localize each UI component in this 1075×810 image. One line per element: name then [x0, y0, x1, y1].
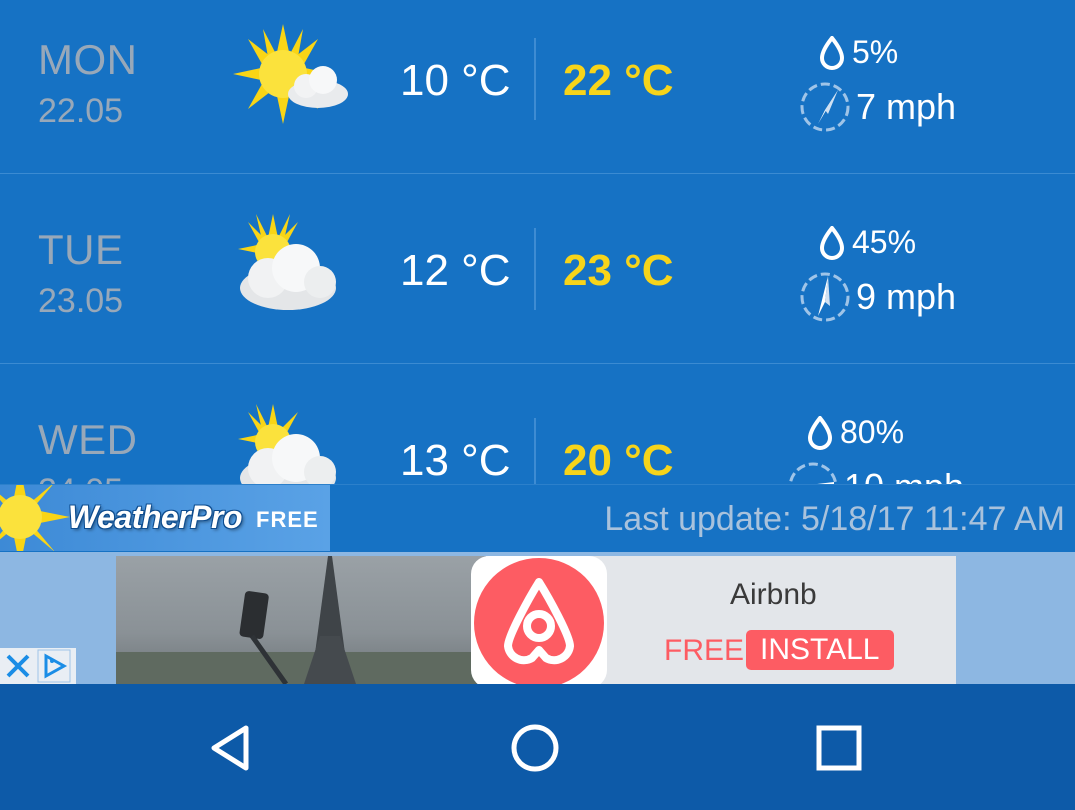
home-icon[interactable] — [509, 722, 561, 774]
back-icon[interactable] — [206, 722, 258, 774]
sun-cloud-icon — [238, 214, 336, 310]
sun-cloud-icon — [238, 404, 336, 484]
brand-edition: FREE — [256, 507, 319, 532]
sun-cloud-icon — [233, 24, 348, 124]
sun-icon — [0, 485, 70, 551]
temperature-divider — [534, 418, 536, 484]
wind-direction-icon — [800, 272, 850, 322]
ad-free-label: FREE — [664, 634, 745, 667]
airbnb-icon — [504, 578, 574, 665]
min-temperature: 13 °C — [400, 436, 511, 484]
min-temperature: 10 °C — [400, 56, 511, 105]
temperature-divider — [534, 228, 536, 310]
raindrop-icon — [819, 225, 845, 260]
wind-direction-icon — [788, 462, 838, 484]
weatherpro-logo[interactable]: WeatherPro FREE — [0, 485, 330, 551]
install-button[interactable]: INSTALL — [746, 630, 894, 670]
last-update-text: Last update: 5/18/17 11:47 AM — [604, 500, 1065, 538]
ad-banner[interactable]: Airbnb FREE INSTALL — [116, 556, 956, 684]
rain-chance-value: 5% — [852, 34, 899, 70]
day-name: MON — [38, 36, 138, 83]
ad-title: Airbnb — [730, 578, 817, 611]
min-temperature: 12 °C — [400, 246, 511, 295]
day-name: WED — [38, 416, 138, 463]
wind-speed: 7 mph — [798, 80, 956, 134]
ad-area: Airbnb FREE INSTALL — [0, 552, 1075, 684]
forecast-list[interactable]: MON 22.05 10 °C 22 °C 5% 7 mph TUE 23.05… — [0, 0, 1075, 484]
adchoices-icon[interactable] — [36, 648, 72, 684]
day-date: 24.05 — [38, 472, 123, 484]
rain-chance-value: 80% — [840, 414, 905, 450]
wind-speed-value: 7 mph — [856, 86, 957, 127]
raindrop-icon — [819, 35, 845, 70]
wind-speed: 10 mph — [786, 460, 964, 484]
max-temperature: 22 °C — [563, 56, 674, 105]
day-date: 23.05 — [38, 282, 124, 320]
day-date: 22.05 — [38, 92, 124, 130]
wind-speed-value: 10 mph — [844, 466, 964, 484]
raindrop-icon — [807, 415, 833, 450]
footer-bar: WeatherPro FREE Last update: 5/18/17 11:… — [0, 484, 1075, 551]
navigation-bar — [0, 684, 1075, 810]
airbnb-logo — [471, 556, 607, 684]
rain-chance-value: 45% — [852, 224, 917, 260]
eiffel-tower-image — [116, 556, 486, 684]
ad-controls — [0, 648, 76, 684]
rain-chance: 80% — [806, 414, 904, 451]
ad-photo — [116, 556, 486, 684]
screen: MON 22.05 10 °C 22 °C 5% 7 mph TUE 23.05… — [0, 0, 1075, 810]
wind-direction-icon — [800, 82, 850, 132]
rain-chance: 45% — [818, 224, 916, 261]
max-temperature: 20 °C — [563, 436, 674, 484]
day-name: TUE — [38, 226, 124, 273]
temperature-divider — [534, 38, 536, 120]
close-icon[interactable] — [0, 648, 36, 684]
rain-chance: 5% — [818, 34, 898, 71]
forecast-row-wed[interactable]: WED 24.05 13 °C 20 °C — [0, 364, 1075, 484]
forecast-row-mon[interactable]: MON 22.05 10 °C 22 °C 5% 7 mph — [0, 0, 1075, 174]
wind-speed: 9 mph — [798, 270, 956, 324]
brand-name: WeatherPro — [68, 499, 243, 535]
recents-icon[interactable] — [813, 722, 865, 774]
max-temperature: 23 °C — [563, 246, 674, 295]
wind-speed-value: 9 mph — [856, 276, 957, 317]
forecast-row-tue[interactable]: TUE 23.05 12 °C 23 °C 45% 9 mph — [0, 174, 1075, 364]
